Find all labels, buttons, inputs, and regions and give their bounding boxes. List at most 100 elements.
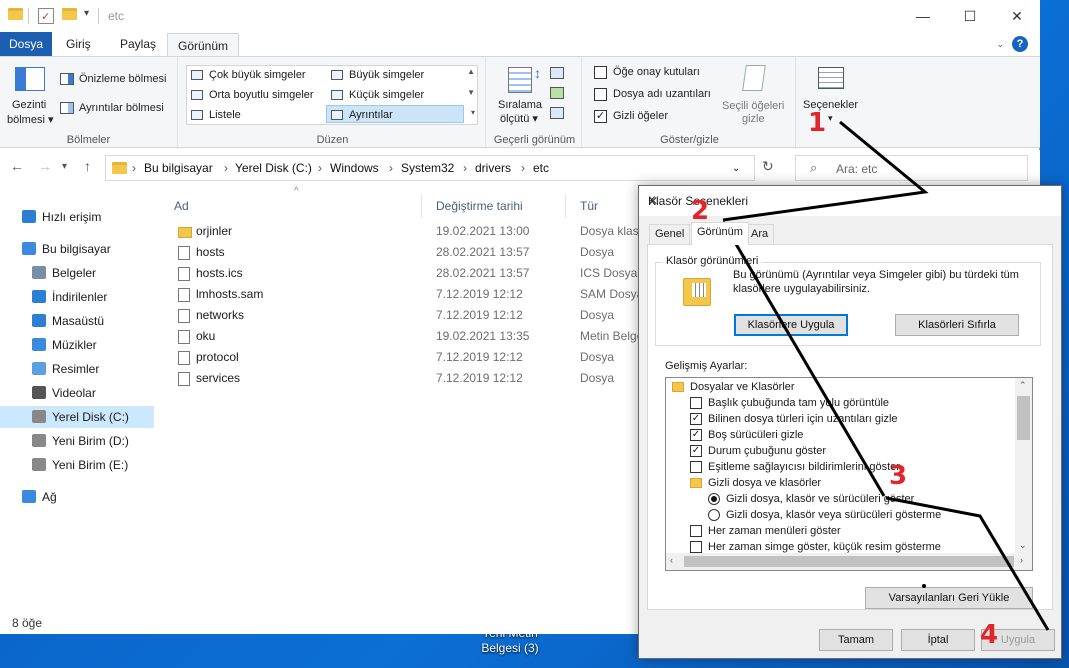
customize-quick-access-icon[interactable]: ▾ (84, 8, 89, 19)
help-icon[interactable]: ? (1012, 36, 1028, 52)
scroll-down-icon[interactable]: ⌄ (1019, 540, 1027, 551)
scroll-right-icon[interactable]: › (1020, 555, 1023, 565)
item-checkboxes-checkbox[interactable] (594, 66, 607, 79)
breadcrumb-separator-icon: › (318, 161, 322, 175)
layout-details[interactable]: Ayrıntılar (326, 105, 464, 123)
nav-item[interactable]: Belgeler (0, 262, 154, 284)
breadcrumb-item[interactable]: Yerel Disk (C:) (235, 161, 312, 175)
restore-defaults-button[interactable]: Varsayılanları Geri Yükle (865, 587, 1033, 609)
gallery-scroll-down-icon[interactable]: ▼ (467, 88, 475, 97)
nav-item[interactable]: Bu bilgisayar (0, 238, 154, 260)
music-icon (32, 338, 46, 351)
nav-item[interactable]: Masaüstü (0, 310, 154, 332)
breadcrumb-item[interactable]: Bu bilgisayar (144, 161, 213, 175)
gallery-scroll-up-icon[interactable]: ▲ (467, 67, 475, 76)
setting-radio[interactable] (708, 493, 720, 505)
hidden-items-checkbox[interactable]: ✓ (594, 110, 607, 123)
scroll-left-icon[interactable]: ‹ (670, 555, 673, 565)
size-columns-icon[interactable] (550, 107, 564, 119)
close-button[interactable]: ✕ (994, 0, 1040, 32)
new-folder-icon[interactable] (62, 8, 78, 24)
nav-item[interactable]: Müzikler (0, 334, 154, 356)
gallery-expand-icon[interactable]: ▾ (471, 108, 475, 117)
tab-home[interactable]: Giriş (56, 32, 101, 56)
breadcrumb-item[interactable]: etc (533, 161, 549, 175)
nav-item[interactable]: Yeni Birim (E:) (0, 454, 154, 476)
file-type: Dosya (580, 350, 615, 364)
setting-checkbox[interactable] (690, 541, 702, 553)
scroll-up-icon[interactable]: ⌃ (1019, 380, 1027, 391)
list-horizontal-scrollbar[interactable]: ‹ › (666, 553, 1032, 570)
back-icon[interactable]: ← (10, 158, 24, 174)
file-extensions-checkbox[interactable] (594, 88, 607, 101)
file-icon (178, 330, 190, 344)
tab-file[interactable]: Dosya (0, 32, 52, 56)
ok-button[interactable]: Tamam (819, 629, 893, 651)
nav-item[interactable]: İndirilenler (0, 286, 154, 308)
recent-locations-icon[interactable]: ▾ (62, 161, 67, 172)
settings-list-item[interactable]: Gizli dosya, klasör veya sürücüleri göst… (666, 507, 1014, 523)
search-input[interactable]: ⌕ Ara: etc (795, 155, 1028, 181)
setting-checkbox[interactable]: ✓ (690, 445, 702, 457)
nav-item-label: Yerel Disk (C:) (52, 410, 129, 424)
group-by-icon[interactable] (550, 67, 564, 79)
layout-small-icons[interactable]: Küçük simgeler (327, 86, 463, 104)
forward-icon[interactable]: → (38, 158, 52, 174)
breadcrumb-item[interactable]: System32 (401, 161, 454, 175)
nav-item[interactable]: Yerel Disk (C:) (0, 406, 154, 428)
settings-list-item[interactable]: ✓ Durum çubuğunu göster (666, 443, 1014, 459)
refresh-icon[interactable]: ↻ (762, 158, 774, 175)
minimize-button[interactable]: — (900, 0, 946, 32)
properties-icon[interactable]: ✓ (38, 8, 54, 24)
scrollbar-thumb[interactable] (1017, 396, 1030, 440)
setting-checkbox[interactable]: ✓ (690, 429, 702, 441)
settings-list-item[interactable]: Başlık çubuğunda tam yolu görüntüle (666, 395, 1014, 411)
nav-item[interactable]: Resimler (0, 358, 154, 380)
breadcrumb-item[interactable]: drivers (475, 161, 511, 175)
dialog-tab-general[interactable]: Genel (649, 224, 691, 244)
reset-folders-button[interactable]: Klasörleri Sıfırla (895, 314, 1019, 336)
layout-extra-large-icons[interactable]: Çok büyük simgeler (187, 66, 327, 84)
sort-by-label-2[interactable]: ölçütü ▾ (500, 112, 538, 125)
layout-large-icons[interactable]: Büyük simgeler (327, 66, 463, 84)
setting-checkbox[interactable]: ✓ (690, 413, 702, 425)
list-vertical-scrollbar[interactable]: ⌃ ⌄ (1015, 378, 1032, 554)
panes-group: Gezinti bölmesi ▾ Önizleme bölmesi Ayrın… (0, 57, 178, 149)
preview-pane-button[interactable]: Önizleme bölmesi (79, 73, 166, 85)
settings-list-item[interactable]: Gizli dosya, klasör ve sürücüleri göster (666, 491, 1014, 507)
dialog-tab-search[interactable]: Ara (745, 224, 775, 244)
details-pane-button[interactable]: Ayrıntılar bölmesi (79, 102, 164, 114)
layout-list[interactable]: Listele (187, 106, 327, 124)
address-dropdown-icon[interactable]: ⌄ (732, 163, 740, 174)
setting-checkbox[interactable] (690, 461, 702, 473)
breadcrumb-item[interactable]: Windows (330, 161, 379, 175)
settings-list-item[interactable]: Her zaman menüleri göster (666, 523, 1014, 539)
up-icon[interactable]: ↑ (84, 158, 91, 174)
settings-list-item[interactable]: Eşitleme sağlayıcısı bildirimlerini göst… (666, 459, 1014, 475)
column-header-date[interactable]: Değiştirme tarihi (422, 194, 566, 218)
nav-item[interactable]: Videolar (0, 382, 154, 404)
tab-view[interactable]: Görünüm (167, 33, 240, 57)
maximize-button[interactable]: ☐ (947, 0, 993, 32)
setting-checkbox[interactable] (690, 397, 702, 409)
nav-item[interactable]: Yeni Birim (D:) (0, 430, 154, 452)
nav-item[interactable]: Hızlı erişim (0, 206, 154, 228)
setting-radio[interactable] (708, 509, 720, 521)
settings-list-item[interactable]: ✓ Bilinen dosya türleri için uzantıları g… (666, 411, 1014, 427)
nav-item[interactable]: Ağ (0, 486, 154, 508)
scrollbar-thumb[interactable] (684, 556, 1014, 567)
folder-options-dialog: Klasör Seçenekleri ✕ Genel Görünüm Ara K… (638, 185, 1062, 659)
collapse-ribbon-icon[interactable]: ⌄ (996, 39, 1004, 50)
tab-share[interactable]: Paylaş (110, 32, 166, 56)
settings-list-item[interactable]: ✓ Boş sürücüleri gizle (666, 427, 1014, 443)
setting-checkbox[interactable] (690, 525, 702, 537)
layout-medium-icons[interactable]: Orta boyutlu simgeler (187, 86, 327, 104)
navigation-pane-button[interactable]: Gezinti bölmesi ▾ (6, 63, 54, 129)
add-columns-icon[interactable] (550, 87, 564, 99)
apply-to-folders-button[interactable]: Klasörlere Uygula (734, 314, 848, 336)
dialog-tab-view[interactable]: Görünüm (691, 222, 749, 245)
address-bar[interactable]: › Bu bilgisayar › Yerel Disk (C:) › Wind… (105, 155, 755, 181)
sort-by-label-1[interactable]: Sıralama (498, 99, 542, 111)
cancel-button[interactable]: İptal (901, 629, 975, 651)
column-header-name[interactable]: Ad (160, 194, 422, 218)
